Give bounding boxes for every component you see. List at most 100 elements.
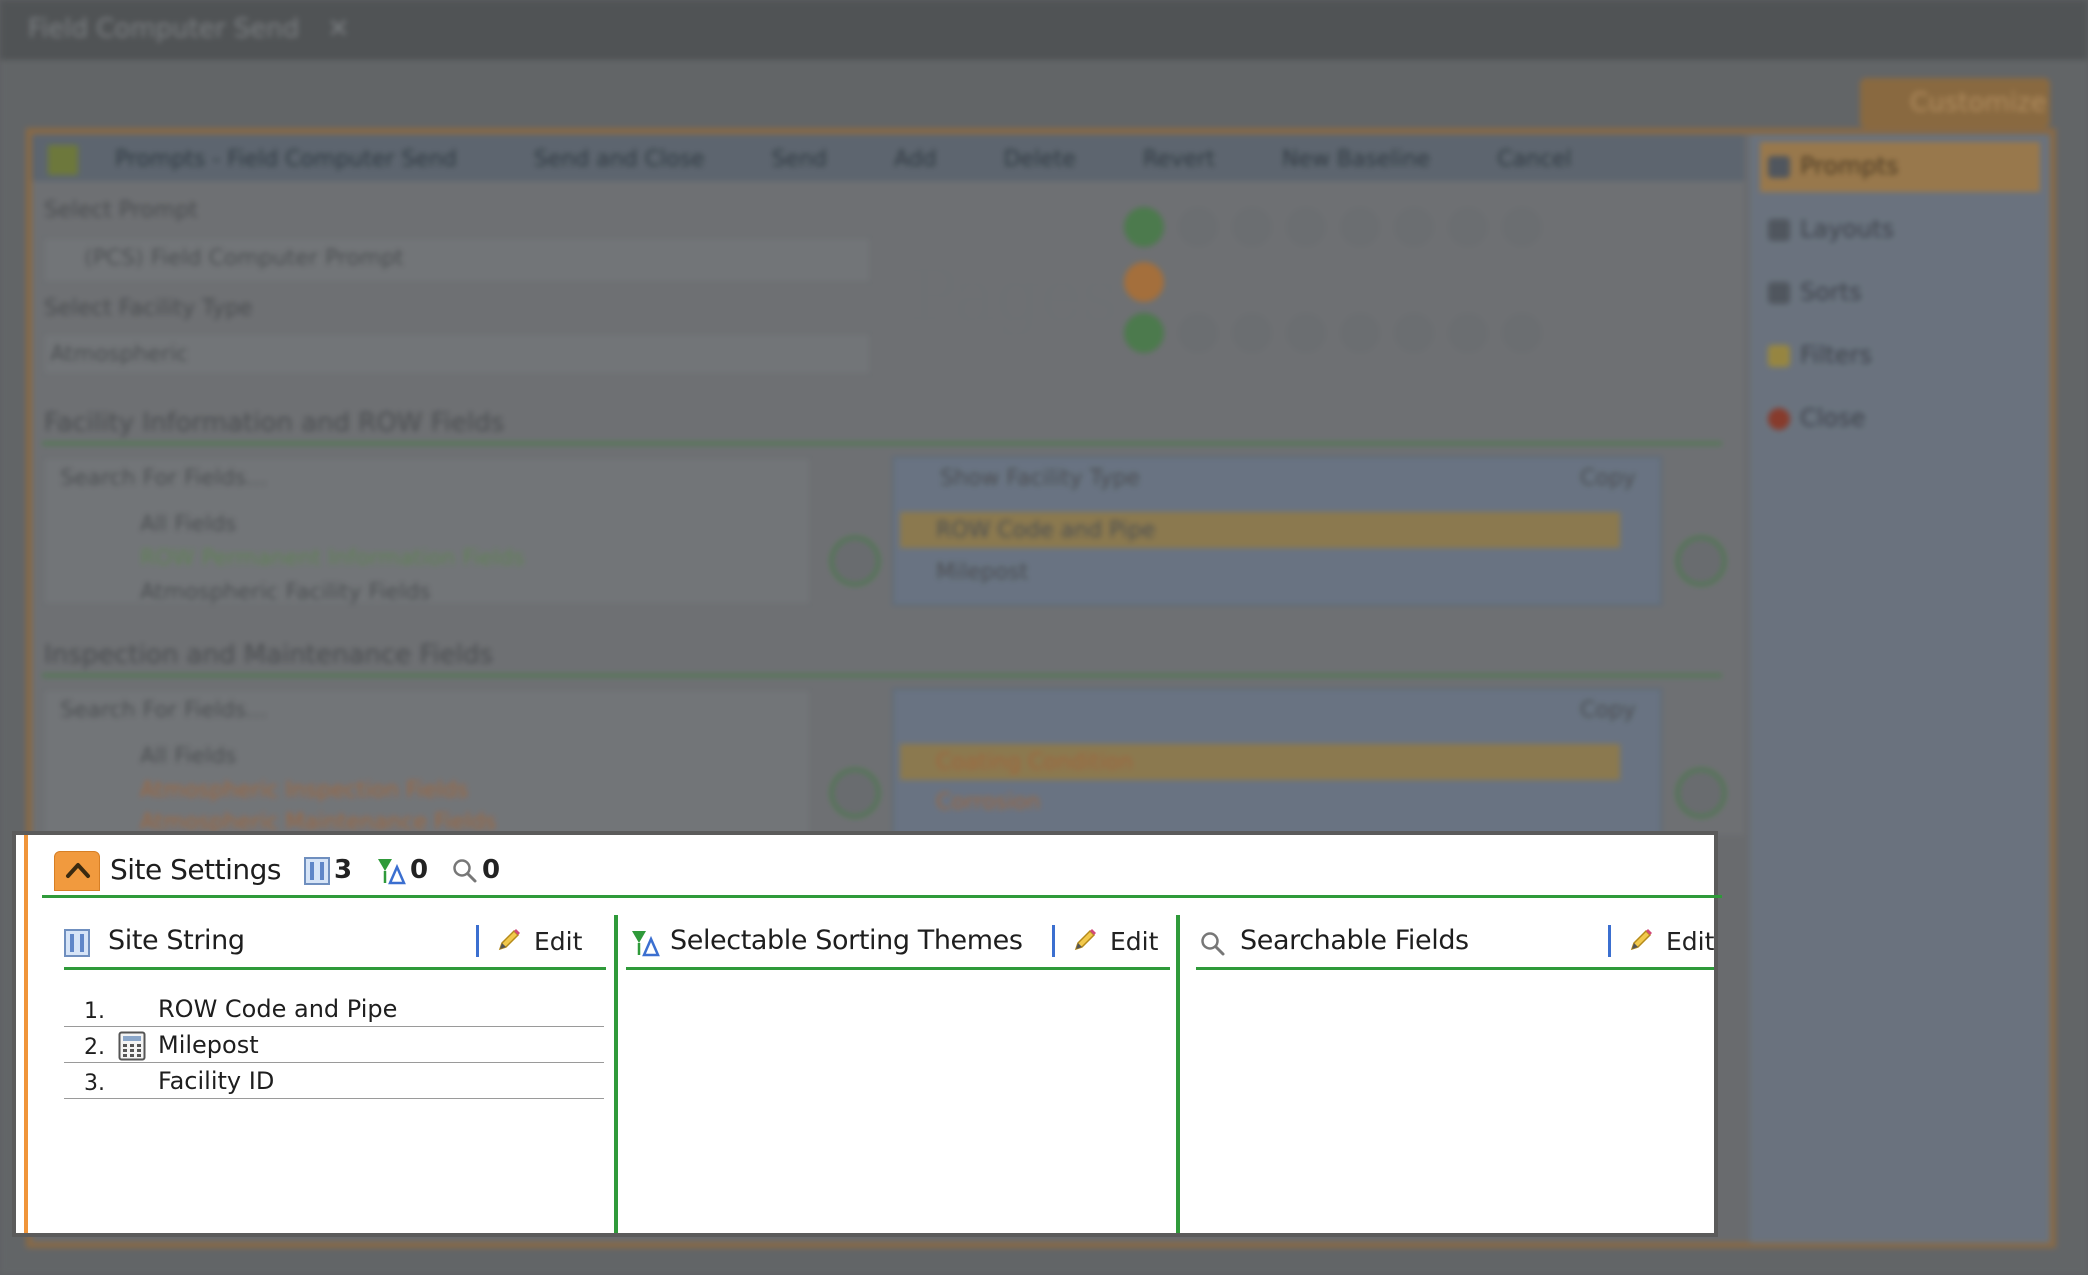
row-number: 1.	[84, 999, 105, 1024]
pencil-icon[interactable]	[1628, 927, 1654, 953]
panel-accent-bar	[24, 835, 28, 1233]
page-dot[interactable]	[1340, 313, 1380, 353]
column-divider	[626, 967, 1170, 970]
search-field-2[interactable]: Search For Fields...	[60, 698, 267, 723]
list1-item[interactable]: All Fields	[140, 512, 237, 537]
list2-item[interactable]: Atmospheric Inspection Fields	[140, 778, 468, 803]
show-facility-type[interactable]: Show Facility Type	[940, 466, 1140, 491]
sort-themes-icon	[378, 858, 406, 884]
pages-label: Pages	[910, 255, 1118, 337]
search-field-1[interactable]: Search For Fields...	[60, 466, 267, 491]
panel-header: Site Settings 3 0 0	[42, 849, 1722, 893]
pencil-icon[interactable]	[1072, 927, 1098, 953]
page-dot[interactable]	[1502, 207, 1542, 247]
list1-item[interactable]: ROW Permanent Information Fields	[140, 546, 525, 571]
searchable-fields-edit-button[interactable]: Edit	[1666, 927, 1714, 956]
row-label: Milepost	[158, 1031, 259, 1059]
page-dot[interactable]	[1124, 313, 1164, 353]
list1-item[interactable]: Atmospheric Facility Fields	[140, 580, 431, 605]
searchable-count: 0	[452, 855, 500, 885]
sorting-themes-count: 0	[376, 855, 428, 885]
column-separator	[614, 915, 618, 1233]
edit-separator	[1608, 925, 1611, 957]
copy-button[interactable]: Copy	[1580, 466, 1636, 491]
window-title: Field Computer Send	[28, 14, 300, 44]
page-dot[interactable]	[1124, 207, 1164, 247]
select-prompt-label: Select Prompt	[44, 198, 198, 223]
select-prompt-value: (PCS) Field Computer Prompt	[84, 246, 404, 271]
page-dot[interactable]	[1502, 313, 1542, 353]
selected2-item[interactable]: Coating Condition	[936, 750, 1133, 775]
list-item[interactable]: 1. ROW Code and Pipe	[64, 991, 604, 1027]
site-string-count: 3	[304, 855, 352, 885]
sorts-icon	[1768, 282, 1790, 304]
page-dot[interactable]	[1448, 313, 1488, 353]
site-string-edit-button[interactable]: Edit	[534, 927, 582, 956]
nav-layouts[interactable]: Layouts	[1760, 205, 2040, 255]
close-icon	[1768, 408, 1790, 430]
page-dot[interactable]	[1394, 313, 1434, 353]
ribbon-delete[interactable]: Delete	[1004, 147, 1076, 172]
sort-themes-icon	[632, 931, 660, 957]
site-string-header: Site String Edit	[64, 915, 606, 965]
site-settings-panel: Site Settings 3 0 0 Site String Edit Sel…	[12, 831, 1722, 1237]
ribbon-new-baseline[interactable]: New Baseline	[1282, 147, 1430, 172]
page-dot[interactable]	[1178, 207, 1218, 247]
move-right-button[interactable]	[830, 768, 880, 818]
selected1-item[interactable]: ROW Code and Pipe	[936, 518, 1155, 543]
page-dot[interactable]	[1448, 207, 1488, 247]
page-dot[interactable]	[1178, 313, 1218, 353]
page-dot[interactable]	[1124, 262, 1164, 302]
page-dot[interactable]	[1286, 207, 1326, 247]
copy-button[interactable]: Copy	[1580, 698, 1636, 723]
list-item[interactable]: 3. Facility ID	[64, 1063, 604, 1099]
pencil-icon[interactable]	[496, 927, 522, 953]
nav-filters[interactable]: Filters	[1760, 331, 2040, 381]
page-dot[interactable]	[1394, 207, 1434, 247]
facility-type-value: Atmospheric	[50, 342, 189, 367]
ribbon-send[interactable]: Send	[772, 147, 827, 172]
page-dot[interactable]	[1232, 313, 1272, 353]
move-down-button[interactable]	[1676, 536, 1726, 586]
selected2-item[interactable]: Corrosion	[936, 790, 1040, 815]
page-dot[interactable]	[1232, 207, 1272, 247]
facility-type-label: Select Facility Type	[44, 296, 253, 321]
section2-divider	[42, 674, 1722, 677]
move-down-button[interactable]	[1676, 768, 1726, 818]
row-number: 3.	[84, 1071, 105, 1096]
column-separator	[1176, 915, 1180, 1233]
nav-prompts[interactable]: Prompts	[1760, 142, 2040, 192]
layouts-icon	[1768, 219, 1790, 241]
ribbon-title: Prompts - Field Computer Send	[115, 147, 457, 172]
ribbon-add[interactable]: Add	[894, 147, 937, 172]
page-dot[interactable]	[1340, 207, 1380, 247]
move-right-button[interactable]	[830, 536, 880, 586]
nav-close[interactable]: Close	[1760, 394, 2040, 444]
page-dot[interactable]	[1286, 313, 1326, 353]
ribbon-send-close[interactable]: Send and Close	[534, 147, 705, 172]
columns-icon	[304, 856, 330, 885]
panel-title: Site Settings	[110, 853, 282, 886]
column-divider	[1196, 967, 1714, 970]
chevron-up-icon	[66, 863, 90, 878]
section1-title: Facility Information and ROW Fields	[44, 408, 505, 438]
collapse-button[interactable]	[54, 851, 100, 891]
searchable-fields-title: Searchable Fields	[1240, 925, 1469, 956]
list-item[interactable]: 2. Milepost	[64, 1027, 604, 1063]
sorting-themes-edit-button[interactable]: Edit	[1110, 927, 1158, 956]
ribbon-revert[interactable]: Revert	[1143, 147, 1215, 172]
column-divider	[64, 967, 606, 970]
nav-sorts[interactable]: Sorts	[1760, 268, 2040, 318]
section2-title: Inspection and Maintenance Fields	[44, 640, 493, 670]
calculator-icon	[118, 1031, 146, 1061]
header-divider	[42, 895, 1722, 898]
selected1-item[interactable]: Milepost	[936, 560, 1028, 585]
edit-separator	[476, 925, 479, 957]
customize-button[interactable]: Customize	[1860, 78, 2050, 128]
ribbon-cancel[interactable]: Cancel	[1497, 147, 1572, 172]
row-number: 2.	[84, 1035, 105, 1060]
close-tab-icon[interactable]: ✕	[328, 14, 350, 44]
list2-item[interactable]: All Fields	[140, 744, 237, 769]
row-label: ROW Code and Pipe	[158, 995, 398, 1023]
prompts-icon	[1768, 156, 1790, 178]
